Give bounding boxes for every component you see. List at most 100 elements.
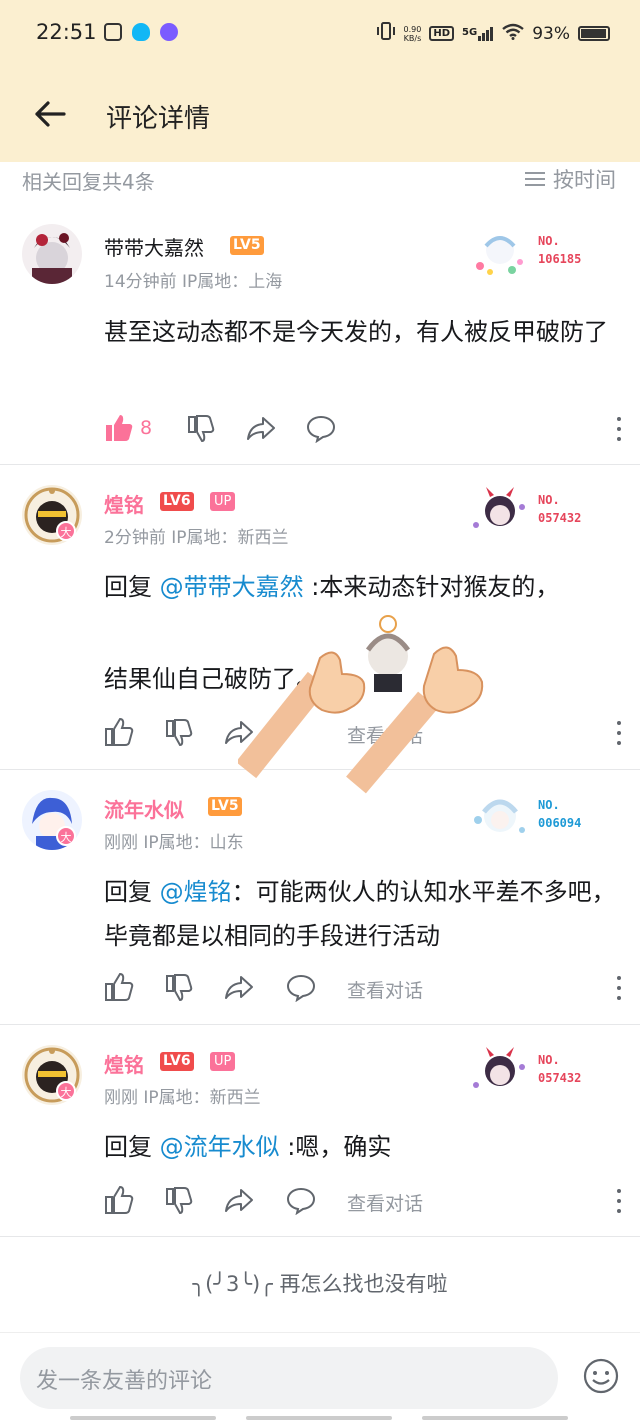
- top-bar: 22:51 0.90 KB/s HD 5G 93% 评论详情: [0, 0, 640, 162]
- share-button[interactable]: [224, 1185, 254, 1215]
- battery-icon: [578, 26, 610, 41]
- share-arrow-icon: [225, 1189, 253, 1212]
- like-button[interactable]: [104, 1185, 134, 1215]
- comment-item: 大 流年水似 LV5 刚刚 IP属地：山东 NO. 006094 回复 @煌铭：…: [0, 770, 640, 1025]
- share-button[interactable]: [246, 413, 276, 443]
- comment-input-bar: 发一条友善的评论: [0, 1332, 640, 1422]
- thumbs-up-icon: [105, 972, 134, 1001]
- level-badge: LV6: [160, 1052, 194, 1071]
- dislike-button[interactable]: [186, 413, 216, 443]
- end-note-text: 再怎么找也没有啦: [279, 1272, 448, 1296]
- more-options-button[interactable]: [614, 974, 624, 1002]
- more-options-button[interactable]: [614, 719, 624, 747]
- username[interactable]: 带带大嘉然: [104, 232, 204, 261]
- app-notification-icon: [160, 23, 178, 41]
- comment-item: 大 煌铭 LV6 UP 2分钟前 IP属地：新西兰 NO. 057432 回复 …: [0, 465, 640, 770]
- avatar[interactable]: [22, 224, 82, 284]
- thumbs-down-icon: [166, 974, 193, 1002]
- fan-number: NO. 106185: [538, 232, 581, 268]
- thumbs-up-icon: [105, 1185, 134, 1214]
- smiley-icon: [583, 1358, 619, 1394]
- wifi-icon: [502, 23, 524, 45]
- emoji-button[interactable]: [582, 1357, 620, 1395]
- nav-indicator: [422, 1416, 568, 1420]
- back-button[interactable]: [30, 94, 70, 134]
- thumbs-down-icon: [188, 415, 215, 443]
- up-badge: UP: [210, 492, 236, 511]
- username[interactable]: 流年水似: [104, 794, 184, 823]
- comment-body: :嗯，确实: [279, 1133, 392, 1161]
- sort-by-time-button[interactable]: 按时间: [525, 164, 616, 194]
- more-options-button[interactable]: [614, 415, 624, 443]
- fan-number: NO. 006094: [538, 796, 581, 832]
- fan-card: NO. 006094: [466, 790, 616, 844]
- signal-bars-icon: [478, 26, 494, 41]
- comment-input[interactable]: 发一条友善的评论: [20, 1347, 558, 1409]
- reply-button[interactable]: [286, 972, 316, 1003]
- comment-text: 甚至这动态都不是今天发的，有人被反甲破防了: [104, 318, 608, 346]
- comment-input-placeholder: 发一条友善的评论: [36, 1369, 213, 1394]
- share-button[interactable]: [224, 972, 254, 1002]
- username[interactable]: 煌铭: [104, 489, 144, 518]
- comment-item: 大 煌铭 LV6 UP 刚刚 IP属地：新西兰 NO. 057432 回复 @流…: [0, 1025, 640, 1237]
- share-arrow-icon: [225, 721, 253, 744]
- up-badge: UP: [210, 1052, 236, 1071]
- comment-bubble-icon: [306, 415, 336, 444]
- net-speed: 0.90 KB/s: [404, 25, 422, 43]
- end-of-list-note: ╮(╯3╰)╭ 再怎么找也没有啦: [0, 1268, 640, 1298]
- comment-item: 带带大嘉然 LV5 14分钟前 IP属地：上海 NO. 106185 甚至这动态…: [0, 200, 640, 465]
- view-conversation-link[interactable]: 查看对话: [347, 721, 423, 748]
- signal-indicator: 5G: [462, 26, 494, 41]
- verified-badge: 大: [56, 1081, 76, 1101]
- more-options-button[interactable]: [614, 1187, 624, 1215]
- fan-number-label: NO.: [538, 798, 560, 812]
- comment-text-line1: :本来动态针对猴友的，: [303, 573, 560, 601]
- like-button[interactable]: [104, 413, 134, 443]
- comment-text: 回复 @带带大嘉然 :本来动态针对猴友的，: [104, 565, 624, 609]
- fan-number-value: 006094: [538, 816, 582, 830]
- mention-link[interactable]: @流年水似: [160, 1133, 280, 1161]
- reply-count: 相关回复共4条: [22, 170, 155, 194]
- fan-card-art: [474, 799, 525, 833]
- like-button[interactable]: [104, 972, 134, 1002]
- fan-number-label: NO.: [538, 234, 560, 248]
- comment-bubble-icon: [286, 974, 316, 1003]
- comment-meta: 14分钟前 IP属地：上海: [104, 272, 283, 292]
- dislike-button[interactable]: [164, 1185, 194, 1215]
- username[interactable]: 煌铭: [104, 1049, 144, 1078]
- comment-text: 回复 @流年水似 :嗯，确实: [104, 1125, 624, 1169]
- mention-link[interactable]: @带带大嘉然: [160, 573, 304, 601]
- thumbs-up-icon: [105, 717, 134, 746]
- fan-number-value: 106185: [538, 252, 582, 266]
- reply-subheader: 相关回复共4条 按时间: [0, 162, 640, 200]
- like-count: 8: [140, 417, 153, 439]
- view-conversation-link[interactable]: 查看对话: [347, 1189, 423, 1216]
- battery-percent: 93%: [532, 23, 570, 44]
- reply-button[interactable]: [286, 1185, 316, 1216]
- qq-icon: [132, 23, 150, 41]
- sort-icon: [525, 171, 545, 187]
- share-arrow-icon: [247, 417, 275, 440]
- dislike-button[interactable]: [164, 972, 194, 1002]
- reply-prefix: 回复: [104, 573, 160, 601]
- signal-label: 5G: [462, 26, 478, 38]
- comment-meta: 刚刚 IP属地：新西兰: [104, 1088, 261, 1108]
- fan-card-art: [473, 1047, 525, 1088]
- mention-link[interactable]: @煌铭: [160, 878, 232, 906]
- comment-bubble-icon: [286, 1187, 316, 1216]
- view-conversation-link[interactable]: 查看对话: [347, 976, 423, 1003]
- fan-number: NO. 057432: [538, 1051, 581, 1087]
- share-button[interactable]: [224, 717, 254, 747]
- kaomoji: ╮(╯3╰)╭: [192, 1272, 273, 1296]
- status-bar: 22:51 0.90 KB/s HD 5G 93%: [0, 0, 640, 68]
- reply-button[interactable]: [306, 413, 336, 444]
- status-time: 22:51: [36, 20, 97, 44]
- like-button[interactable]: [104, 717, 134, 747]
- fan-number: NO. 057432: [538, 491, 581, 527]
- net-speed-value: 0.90: [403, 24, 422, 34]
- comment-meta: 刚刚 IP属地：山东: [104, 833, 244, 853]
- dislike-button[interactable]: [164, 717, 194, 747]
- comment-meta: 2分钟前 IP属地：新西兰: [104, 528, 289, 548]
- level-badge: LV6: [160, 492, 194, 511]
- thumbs-down-icon: [166, 1187, 193, 1215]
